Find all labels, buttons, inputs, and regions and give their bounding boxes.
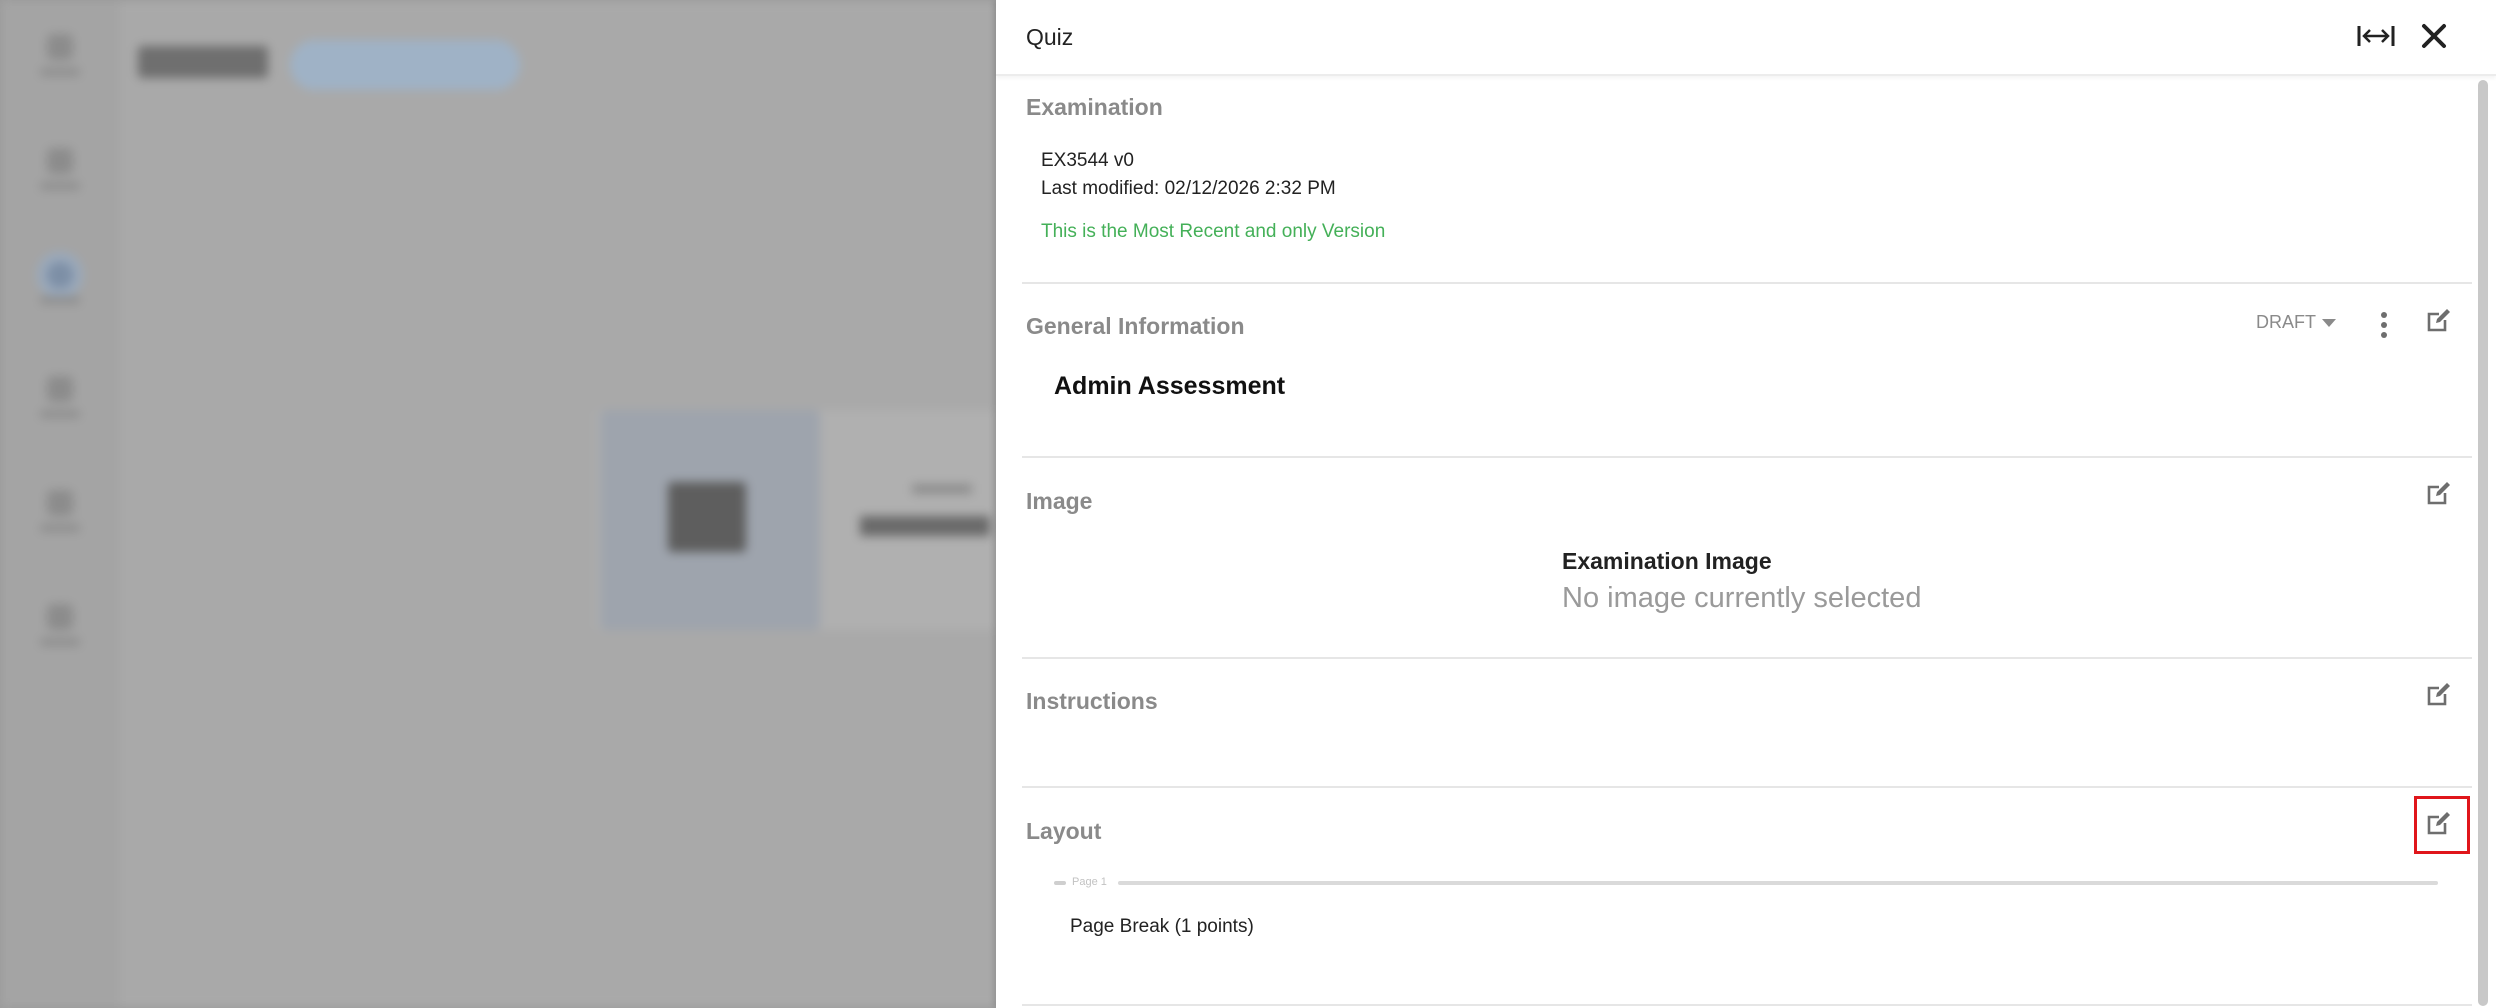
panel-header: Quiz [996, 0, 2496, 76]
panel-title: Quiz [1026, 24, 1074, 50]
edit-icon [2425, 680, 2453, 713]
page-separator: Page 1 [1054, 876, 2438, 890]
background-nav-item [20, 238, 100, 328]
status-value: DRAFT [2256, 312, 2316, 332]
edit-instructions-button[interactable] [2424, 681, 2454, 711]
version-status-note: This is the Most Recent and only Version [1041, 221, 1386, 242]
examination-name: Admin Assessment [1054, 372, 1286, 400]
section-divider [1022, 456, 2472, 458]
quiz-panel: Quiz Examination EX3544 v0 Last modified… [996, 0, 2496, 1008]
section-divider [1022, 282, 2472, 284]
more-options-button[interactable] [2372, 308, 2396, 342]
scrollbar-thumb[interactable] [2478, 80, 2488, 1006]
examination-last-modified: Last modified: 02/12/2026 2:32 PM [1041, 178, 1336, 199]
examination-image-heading: Examination Image [1562, 548, 1772, 574]
general-information-section-title: General Information [1026, 313, 1245, 339]
no-image-message: No image currently selected [1562, 582, 1922, 614]
page-label: Page 1 [1072, 876, 1107, 888]
edit-layout-button[interactable] [2424, 810, 2454, 840]
more-vertical-icon [2381, 312, 2387, 318]
close-icon [2420, 22, 2448, 55]
status-dropdown[interactable]: DRAFT [2256, 312, 2336, 333]
layout-section-title: Layout [1026, 818, 1102, 844]
background-pill [290, 40, 520, 90]
background-card-text [912, 484, 972, 494]
panel-scrollbar[interactable] [2476, 78, 2490, 1008]
background-sidebar [0, 0, 120, 1008]
edit-icon [2425, 479, 2453, 512]
examination-id-version: EX3544 v0 [1041, 150, 1134, 171]
section-divider [1022, 657, 2472, 659]
background-nav-item [20, 124, 100, 214]
edit-image-button[interactable] [2424, 480, 2454, 510]
section-divider [1022, 1004, 2472, 1006]
background-nav-item [20, 580, 100, 670]
edit-icon [2425, 306, 2453, 339]
section-divider [1022, 786, 2472, 788]
background-nav-item [20, 352, 100, 442]
close-panel-button[interactable] [2414, 18, 2454, 58]
background-card-icon [668, 482, 746, 552]
instructions-section-title: Instructions [1026, 688, 1158, 714]
background-nav-item [20, 10, 100, 100]
background-page-title [138, 46, 268, 78]
background-nav-item [20, 466, 100, 556]
edit-icon [2425, 809, 2453, 842]
expand-horizontal-icon [2356, 22, 2396, 55]
caret-down-icon [2322, 318, 2336, 327]
examination-section-title: Examination [1026, 94, 1163, 120]
image-section-title: Image [1026, 488, 1093, 514]
edit-general-information-button[interactable] [2424, 307, 2454, 337]
layout-item: Page Break (1 points) [1070, 916, 1254, 937]
expand-panel-button[interactable] [2354, 20, 2398, 56]
background-card-text [860, 516, 990, 536]
